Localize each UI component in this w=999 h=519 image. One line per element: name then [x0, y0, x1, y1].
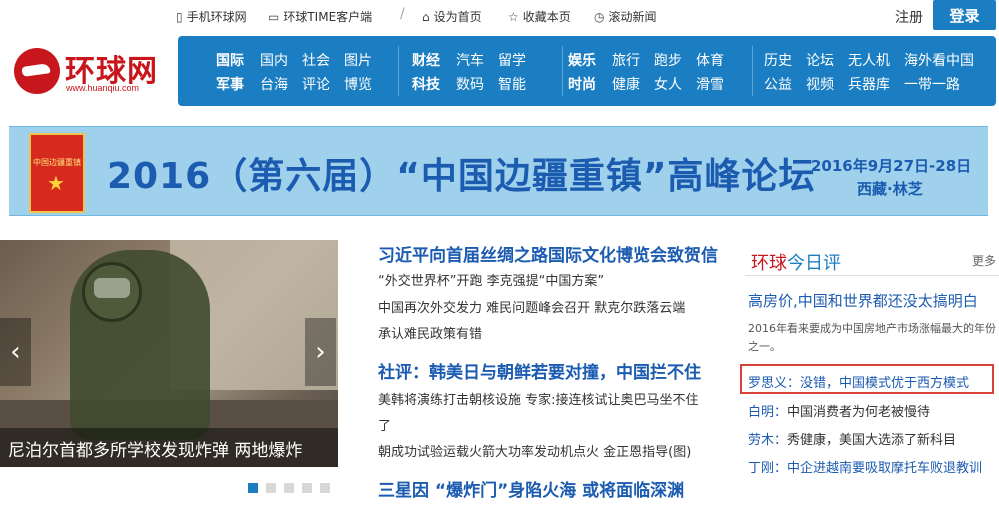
- tablet-icon: ▭: [268, 9, 280, 24]
- slide-dot[interactable]: [248, 483, 258, 493]
- nav-link-forum[interactable]: 论坛: [806, 50, 834, 70]
- nav-divider: [562, 46, 563, 96]
- divider: [745, 275, 999, 276]
- nav-link-society[interactable]: 社会: [302, 50, 330, 70]
- nav-link-overseas-view[interactable]: 海外看中国: [904, 50, 974, 70]
- headline-link[interactable]: 习近平向首届丝绸之路国际文化博览会致贺信: [378, 241, 718, 266]
- news-link[interactable]: 了: [378, 415, 391, 434]
- mobile-link[interactable]: ▯ 手机环球网: [176, 8, 247, 25]
- forum-banner[interactable]: 中国边疆重镇 ★ 2016（第六届）“中国边疆重镇”高峰论坛 2016年9月27…: [9, 126, 988, 216]
- nav-link-sports[interactable]: 体育: [696, 50, 724, 70]
- commentary-item[interactable]: 白明：中国消费者为何老被慢待: [748, 401, 930, 420]
- commentary-item[interactable]: 劳木：秀健康，美国大选添了新科目: [748, 429, 956, 448]
- slide-dot[interactable]: [302, 483, 312, 493]
- nav-link-charity[interactable]: 公益: [764, 74, 792, 94]
- main-nav: 国际 国内 社会 图片 军事 台海 评论 博览 财经 汽车 留学 科技 数码 智…: [178, 36, 996, 106]
- prev-arrow-button[interactable]: ‹: [0, 318, 31, 386]
- nav-link-running[interactable]: 跑步: [654, 50, 682, 70]
- commentary-headline[interactable]: 高房价,中国和世界都还没太搞明白: [748, 290, 978, 311]
- client-link[interactable]: ▭ 环球TIME客户端: [268, 8, 372, 25]
- nav-link-weapons[interactable]: 兵器库: [848, 74, 890, 94]
- nav-link-photos[interactable]: 图片: [344, 50, 372, 70]
- news-link[interactable]: “外交世界杯”开跑 李克强提“中国方案”: [378, 270, 604, 289]
- nav-link-study-abroad[interactable]: 留学: [498, 50, 526, 70]
- nav-link-smart[interactable]: 智能: [498, 74, 526, 94]
- nav-link-auto[interactable]: 汽车: [456, 50, 484, 70]
- commentary-item[interactable]: 丁刚：中企进越南要吸取摩托车败退教训: [748, 457, 982, 476]
- news-link[interactable]: 朝成功试验运载火箭大功率发动机点火 金正恩指导(图): [378, 441, 691, 460]
- nav-link-history[interactable]: 历史: [764, 50, 792, 70]
- scroll-news-link[interactable]: ◷ 滚动新闻: [594, 8, 657, 25]
- banner-date: 2016年9月27日-28日: [811, 157, 972, 175]
- nav-divider: [752, 46, 753, 96]
- emblem-icon: 中国边疆重镇 ★: [29, 133, 85, 213]
- nav-link-digital[interactable]: 数码: [456, 74, 484, 94]
- nav-link-finance[interactable]: 财经: [412, 50, 440, 70]
- login-button[interactable]: 登录: [933, 0, 996, 30]
- nav-link-drone[interactable]: 无人机: [848, 50, 890, 70]
- slide-dot[interactable]: [320, 483, 330, 493]
- headline-link[interactable]: 社评：韩美日与朝鲜若要对撞，中国拦不住: [378, 358, 701, 383]
- site-logo[interactable]: 环球网 www.huanqiu.com: [14, 46, 164, 96]
- nav-link-belt-road[interactable]: 一带一路: [904, 74, 960, 94]
- phone-icon: ▯: [176, 9, 183, 24]
- visor-shape: [94, 278, 130, 298]
- nav-link-ski[interactable]: 滑雪: [696, 74, 724, 94]
- logo-url: www.huanqiu.com: [66, 83, 140, 93]
- commentary-description: 2016年看来要成为中国房地产市场涨幅最大的年份之一。: [748, 322, 996, 353]
- set-homepage-link[interactable]: ⌂ 设为首页: [422, 8, 482, 25]
- slide-indicators: [248, 483, 330, 493]
- news-link[interactable]: 承认难民政策有错: [378, 323, 482, 342]
- nav-link-health[interactable]: 健康: [612, 74, 640, 94]
- chevron-left-icon: ‹: [10, 337, 21, 367]
- nav-link-travel[interactable]: 旅行: [612, 50, 640, 70]
- top-bar: ▯ 手机环球网 ▭ 环球TIME客户端 / ⌂ 设为首页 ☆ 收藏本页 ◷ 滚动…: [0, 0, 999, 32]
- nav-link-opinion[interactable]: 评论: [302, 74, 330, 94]
- nav-link-domestic[interactable]: 国内: [260, 50, 288, 70]
- nav-link-entertainment[interactable]: 娱乐: [568, 50, 596, 70]
- nav-divider: [398, 46, 399, 96]
- star-icon: ★: [47, 171, 65, 195]
- commentary-title: 环球今日评: [751, 253, 841, 274]
- nav-link-expo[interactable]: 博览: [344, 74, 372, 94]
- nav-link-international[interactable]: 国际: [216, 50, 244, 70]
- nav-link-video[interactable]: 视频: [806, 74, 834, 94]
- divider: /: [400, 6, 405, 22]
- banner-title: 2016（第六届）“中国边疆重镇”高峰论坛: [107, 156, 816, 197]
- slide-dot[interactable]: [284, 483, 294, 493]
- headline-link[interactable]: 三星因 “爆炸门”身陷火海 或将面临深渊: [378, 476, 684, 501]
- commentary-item[interactable]: 罗思义：没错，中国模式优于西方模式: [748, 372, 969, 391]
- globe-logo-icon: [14, 48, 60, 94]
- next-arrow-button[interactable]: ›: [305, 318, 336, 386]
- star-icon: ☆: [508, 9, 519, 24]
- nav-link-fashion[interactable]: 时尚: [568, 74, 596, 94]
- slide-dot[interactable]: [266, 483, 276, 493]
- register-link[interactable]: 注册: [895, 7, 923, 27]
- banner-location: 西藏·林芝: [857, 180, 923, 198]
- nav-link-women[interactable]: 女人: [654, 74, 682, 94]
- more-link[interactable]: 更多: [972, 252, 996, 269]
- news-link[interactable]: 中国再次外交发力 难民问题峰会召开 默克尔跌落云端: [378, 297, 685, 316]
- nav-link-military[interactable]: 军事: [216, 74, 244, 94]
- nav-link-taiwan[interactable]: 台海: [260, 74, 288, 94]
- nav-link-tech[interactable]: 科技: [412, 74, 440, 94]
- slide-caption[interactable]: 尼泊尔首都多所学校发现炸弹 两地爆炸: [8, 436, 302, 461]
- chevron-right-icon: ›: [315, 337, 326, 367]
- home-icon: ⌂: [422, 9, 430, 24]
- news-link[interactable]: 美韩将演练打击朝核设施 专家:接连核试让奥巴马坐不住: [378, 389, 699, 408]
- clock-icon: ◷: [594, 9, 605, 24]
- bookmark-link[interactable]: ☆ 收藏本页: [508, 8, 571, 25]
